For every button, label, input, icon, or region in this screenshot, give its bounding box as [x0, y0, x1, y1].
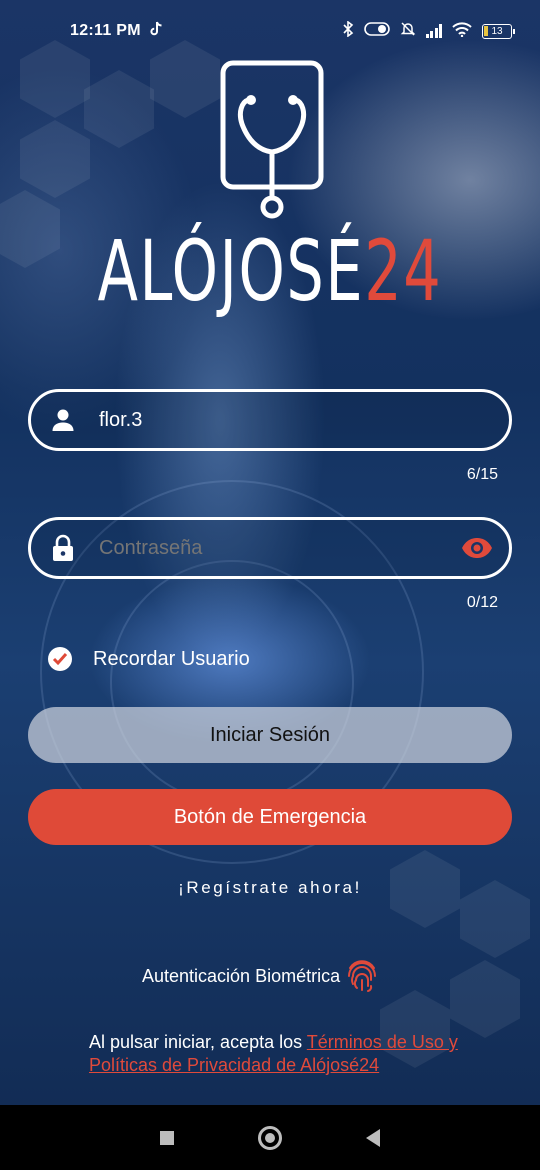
terms-prefix: Al pulsar iniciar, acepta los	[89, 1032, 307, 1052]
biometric-auth[interactable]: Autenticación Biométrica	[142, 958, 378, 994]
biometric-auth-label[interactable]: Autenticación Biométrica	[142, 966, 340, 987]
hex-decoration	[450, 960, 520, 1038]
hex-decoration	[20, 120, 90, 198]
remember-user-label: Recordar Usuario	[93, 647, 250, 670]
terms-text: Al pulsar iniciar, acepta los Términos d…	[89, 1031, 469, 1077]
show-password-eye-icon[interactable]	[461, 536, 493, 560]
check-icon[interactable]	[48, 647, 72, 671]
hex-decoration	[0, 190, 60, 268]
fingerprint-icon[interactable]	[346, 958, 378, 994]
recents-square-icon[interactable]	[160, 1130, 174, 1145]
toggle-icon	[363, 22, 390, 40]
username-input[interactable]	[97, 407, 441, 433]
stethoscope-phone-logo-icon	[220, 60, 324, 219]
password-field[interactable]	[28, 517, 512, 579]
signal-icon	[425, 24, 442, 38]
username-char-counter: 6/15	[466, 466, 498, 483]
battery-icon: 13	[482, 23, 515, 39]
ring-decoration	[110, 560, 354, 804]
username-field[interactable]	[28, 389, 512, 451]
system-nav-bar	[0, 1105, 540, 1170]
bluetooth-icon	[342, 20, 354, 41]
status-time: 12:11 PM	[70, 22, 141, 39]
emergency-button[interactable]: Botón de Emergencia	[28, 789, 512, 845]
user-icon	[49, 406, 77, 434]
bell-off-icon	[400, 21, 416, 41]
status-bar: 12:11 PM 13	[0, 0, 540, 62]
brand-number: 24	[364, 222, 443, 320]
battery-level: 13	[491, 25, 503, 37]
hex-decoration	[84, 70, 154, 148]
password-input[interactable]	[97, 535, 441, 561]
brand-logo-text: ALÓJOSÉ24	[59, 222, 480, 320]
brand-name: ALÓJOSÉ	[97, 222, 365, 320]
login-button[interactable]: Iniciar Sesión	[28, 707, 512, 763]
tiktok-icon	[149, 21, 163, 42]
lock-icon	[49, 534, 77, 562]
remember-user-checkbox[interactable]: Recordar Usuario	[48, 647, 250, 671]
wifi-icon	[452, 21, 472, 41]
register-link[interactable]: ¡Regístrate ahora!	[0, 878, 540, 898]
home-circle-icon[interactable]	[258, 1125, 282, 1150]
password-char-counter: 0/12	[466, 594, 498, 611]
back-triangle-icon[interactable]	[366, 1128, 380, 1147]
